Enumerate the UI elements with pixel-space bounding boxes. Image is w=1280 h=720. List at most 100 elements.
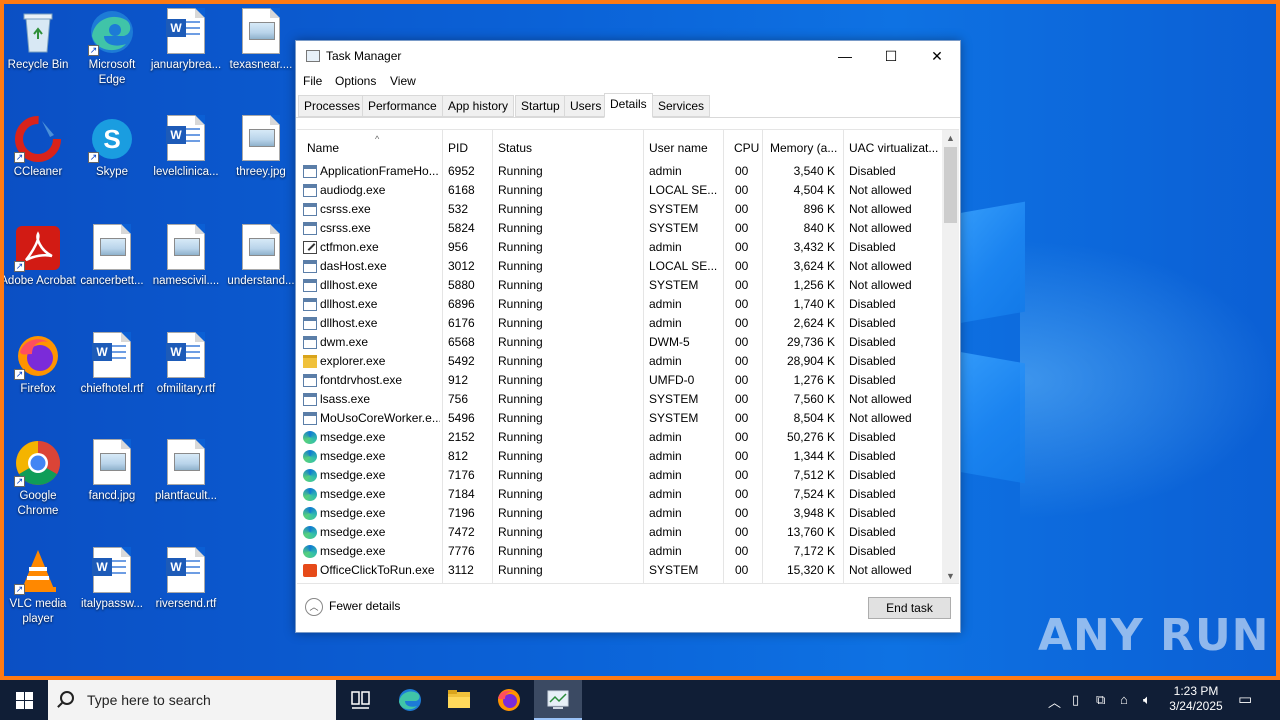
column-header-status[interactable]: Status <box>498 130 643 160</box>
cell-mem: 1,256 K <box>793 278 835 292</box>
process-icon <box>303 564 317 577</box>
cell-status: Running <box>498 430 543 444</box>
desktop-icon-riversend[interactable]: W riversend.rtf <box>148 547 224 612</box>
tab-performance[interactable]: Performance <box>362 95 443 117</box>
desktop-icon-italypassw[interactable]: W italypassw... <box>74 547 150 612</box>
desktop-icon-texasnear[interactable]: texasnear.... <box>223 8 299 73</box>
table-row[interactable]: dwm.exe 6568 Running DWM-5 00 29,736 K Disable… <box>297 333 942 352</box>
volume-icon[interactable]: 🔈︎ <box>1143 692 1151 708</box>
desktop-icon-skype[interactable]: S ↗ Skype <box>74 115 150 180</box>
desktop-icon-fancd[interactable]: fancd.jpg <box>74 439 150 504</box>
column-header-name[interactable]: ^ Name <box>307 130 442 160</box>
desktop-icon-google-chrome[interactable]: ↗ Google Chrome <box>0 439 76 519</box>
table-row[interactable]: dllhost.exe 6176 Running admin 00 2,624 K Disa… <box>297 314 942 333</box>
column-header-uac-virtualization[interactable]: UAC virtualizat... <box>849 130 941 160</box>
desktop-icon-firefox[interactable]: ↗ Firefox <box>0 332 76 397</box>
desktop-icon-januarybrea[interactable]: W januarybrea... <box>148 8 224 73</box>
table-row[interactable]: msedge.exe 7472 Running admin 00 13,760 K Disa… <box>297 523 942 542</box>
table-row[interactable]: OfficeClickToRun.exe 3112 Running SYSTEM 00 1… <box>297 561 942 580</box>
task-manager-window[interactable]: Task Manager — ☐ ✕ File Options View Pro… <box>295 40 961 633</box>
cell-mem: 28,904 K <box>786 354 835 368</box>
desktop-icon-recycle-bin[interactable]: Recycle Bin <box>0 8 76 73</box>
scroll-thumb[interactable] <box>944 147 957 223</box>
taskbar-search-box[interactable]: Type here to search <box>48 680 336 720</box>
desktop-icon-plantfacult[interactable]: plantfacult... <box>148 439 224 504</box>
cell-pid: 6568 <box>448 335 475 349</box>
desktop-icon-label: Microsoft Edge <box>88 59 136 86</box>
tab-users[interactable]: Users <box>564 95 608 117</box>
tab-services[interactable]: Services <box>652 95 711 117</box>
process-icon <box>303 469 317 482</box>
tablet-icon[interactable]: ▯ <box>1072 692 1079 708</box>
table-row[interactable]: MoUsoCoreWorker.e... 5496 Running SYSTEM 00 8… <box>297 409 942 428</box>
tab-details[interactable]: Details <box>604 93 653 118</box>
fewer-details-button[interactable]: ︿ Fewer details <box>305 598 400 616</box>
table-row[interactable]: msedge.exe 7196 Running admin 00 3,948 K Disab… <box>297 504 942 523</box>
desktop-icon-understand[interactable]: understand... <box>223 224 299 289</box>
taskbar-file-explorer-button[interactable] <box>435 680 483 720</box>
menu-view[interactable]: View <box>390 74 416 88</box>
table-row[interactable]: ApplicationFrameHo... 6952 Running admin 00 3… <box>297 162 942 181</box>
desktop-icon-ofmilitary[interactable]: W ofmilitary.rtf <box>148 332 224 397</box>
cell-pid: 7176 <box>448 468 475 482</box>
column-header-memory[interactable]: Memory (a... <box>770 130 843 160</box>
wifi-icon[interactable]: ⌂ <box>1120 692 1128 707</box>
tab-app-history[interactable]: App history <box>442 95 515 117</box>
taskbar-firefox-button[interactable] <box>485 680 533 720</box>
table-row[interactable]: msedge.exe 7176 Running admin 00 7,512 K Disab… <box>297 466 942 485</box>
word-doc-icon: W <box>162 115 210 163</box>
menu-file[interactable]: File <box>303 74 322 88</box>
desktop-icon-chiefhotel[interactable]: W chiefhotel.rtf <box>74 332 150 397</box>
desktop-icon-levelclinica[interactable]: W levelclinica... <box>148 115 224 180</box>
column-header-pid[interactable]: PID <box>448 130 492 160</box>
end-task-button[interactable]: End task <box>868 597 951 619</box>
table-row[interactable]: csrss.exe 5824 Running SYSTEM 00 840 K Not all… <box>297 219 942 238</box>
column-header-user-name[interactable]: User name <box>649 130 723 160</box>
minimize-button[interactable]: — <box>822 41 868 71</box>
show-hidden-icons-chevron-up-icon[interactable]: ︿ <box>1048 692 1061 711</box>
close-button[interactable]: ✕ <box>914 41 960 71</box>
network-icon[interactable]: ⧉ <box>1096 692 1105 708</box>
desktop-icon-namescivil[interactable]: namescivil.... <box>148 224 224 289</box>
process-icon <box>303 241 317 254</box>
desktop-icon-adobe-acrobat[interactable]: ↗ Adobe Acrobat <box>0 224 76 289</box>
table-row[interactable]: msedge.exe 812 Running admin 00 1,344 K Disabl… <box>297 447 942 466</box>
table-row[interactable]: dllhost.exe 5880 Running SYSTEM 00 1,256 K Not… <box>297 276 942 295</box>
cell-status: Running <box>498 335 543 349</box>
table-row[interactable]: msedge.exe 2152 Running admin 00 50,276 K Disa… <box>297 428 942 447</box>
menu-options[interactable]: Options <box>335 74 376 88</box>
desktop-icon-cancerbett[interactable]: cancerbett... <box>74 224 150 289</box>
cell-cpu: 00 <box>735 278 749 292</box>
table-row[interactable]: msedge.exe 7776 Running admin 00 7,172 K Disab… <box>297 542 942 561</box>
table-row[interactable]: csrss.exe 532 Running SYSTEM 00 896 K Not allo… <box>297 200 942 219</box>
table-row[interactable]: ctfmon.exe 956 Running admin 00 3,432 K Disabl… <box>297 238 942 257</box>
table-row[interactable]: audiodg.exe 6168 Running LOCAL SE... 00 4,504… <box>297 181 942 200</box>
notification-icon[interactable]: ▭ <box>1238 690 1252 708</box>
maximize-button[interactable]: ☐ <box>868 41 914 71</box>
taskbar-task-manager-button[interactable] <box>534 680 582 720</box>
tab-startup[interactable]: Startup <box>515 95 566 117</box>
cell-mem: 840 K <box>803 221 835 235</box>
table-row[interactable]: lsass.exe 756 Running SYSTEM 00 7,560 K Not al… <box>297 390 942 409</box>
title-bar[interactable]: Task Manager — ☐ ✕ <box>296 41 960 72</box>
column-header-cpu[interactable]: CPU <box>734 130 762 160</box>
tab-processes[interactable]: Processes <box>298 95 367 117</box>
desktop-icon-vlc[interactable]: ↗ VLC media player <box>0 547 76 627</box>
cell-user: admin <box>649 164 682 178</box>
scroll-up-icon[interactable]: ▲ <box>942 130 959 147</box>
vertical-scrollbar[interactable]: ▲ ▼ <box>942 130 959 583</box>
table-row[interactable]: dasHost.exe 3012 Running LOCAL SE... 00 3,624… <box>297 257 942 276</box>
taskbar-edge-button[interactable] <box>386 680 434 720</box>
desktop-icon-microsoft-edge[interactable]: ↗ Microsoft Edge <box>74 8 150 88</box>
table-row[interactable]: explorer.exe 5492 Running admin 00 28,904 K Di… <box>297 352 942 371</box>
start-button[interactable] <box>0 680 48 720</box>
desktop-icon-ccleaner[interactable]: ↗ CCleaner <box>0 115 76 180</box>
task-view-button[interactable] <box>336 680 384 720</box>
cell-user: SYSTEM <box>649 278 699 292</box>
desktop-icon-threey[interactable]: threey.jpg <box>223 115 299 180</box>
table-row[interactable]: msedge.exe 7184 Running admin 00 7,524 K Disab… <box>297 485 942 504</box>
process-icon <box>303 336 317 349</box>
table-row[interactable]: fontdrvhost.exe 912 Running UMFD-0 00 1,276 K… <box>297 371 942 390</box>
clock[interactable]: 1:23 PM 3/24/2025 <box>1166 684 1226 714</box>
table-row[interactable]: dllhost.exe 6896 Running admin 00 1,740 K Disa… <box>297 295 942 314</box>
